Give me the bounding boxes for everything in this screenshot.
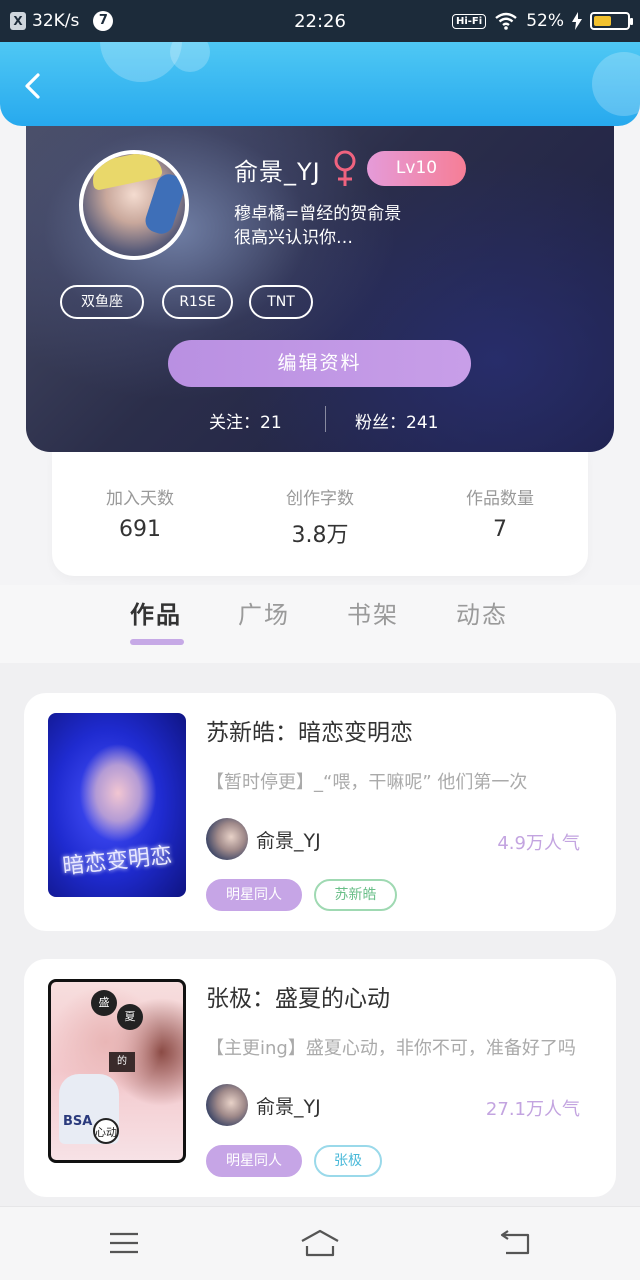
female-icon [334,150,356,186]
tab-bookshelf[interactable]: 书架 [347,595,399,630]
popularity-count: 4.9万人气 [497,833,580,854]
following-count: 21 [260,413,282,433]
author-name: 俞景_YJ [256,1096,321,1118]
stat-value: 7 [493,517,507,542]
category-tag[interactable]: 明星同人 [206,879,302,911]
divider [325,406,326,432]
stat-label: 创作字数 [286,489,354,509]
cover-deco-text: BSA [63,1114,93,1129]
level-badge: Lv10 [367,151,466,186]
menu-icon[interactable] [104,1225,144,1261]
active-tab-indicator [130,639,184,645]
works-list: 暗恋变明恋 苏新皓：暗恋变明恋 【暂时停更】_“喂，干嘛呢” 他们第一次 俞景_… [0,663,640,1206]
stat-word-count: 创作字数 3.8万 [232,484,408,549]
author-avatar [206,818,248,860]
home-icon[interactable] [298,1225,342,1261]
hifi-badge: Hi-Fi [451,13,487,29]
stats-card: 加入天数 691 创作字数 3.8万 作品数量 7 [52,452,588,576]
stat-label: 作品数量 [466,489,534,509]
back-icon[interactable] [496,1225,536,1261]
cover-deco-circle: 盛 [91,990,117,1016]
cover-text: 心动 [93,1118,119,1144]
network-speed: 32K/s [32,11,80,31]
bio-line: 穆卓橘=曾经的贺俞景 [234,204,402,224]
bio-line: 很高兴认识你… [234,228,353,248]
system-nav-bar [0,1206,640,1280]
tab-plaza[interactable]: 广场 [238,595,290,630]
author-avatar [206,1084,248,1126]
app-notification-icon: X [10,12,26,30]
avatar-arm-shape [142,171,185,237]
notification-count-badge: 7 [93,11,114,31]
followers-label: 粉丝： [355,413,406,433]
cover-deco-box: 的 [109,1052,135,1072]
work-description: 【主更ing】盛夏心动，非你不可，准备好了吗 [206,1038,576,1059]
status-bar: X 32K/s 7 22:26 Hi-Fi 52% [0,0,640,42]
stat-join-days: 加入天数 691 [52,484,228,542]
cover-deco-circle: 夏 [117,1004,143,1030]
popularity-count: 27.1万人气 [485,1099,580,1120]
stat-value: 3.8万 [291,523,349,548]
work-description: 【暂时停更】_“喂，干嘛呢” 他们第一次 [206,772,528,793]
bio: 穆卓橘=曾经的贺俞景 很高兴认识你… [234,202,401,250]
tab-activity[interactable]: 动态 [456,595,508,630]
back-chevron-icon[interactable] [20,72,48,100]
cover-text: 暗恋变明恋 [61,843,174,880]
followers-link[interactable]: 粉丝：241 [355,408,438,433]
tab-works[interactable]: 作品 [130,595,182,630]
battery-level [594,16,611,26]
decor-bubble [592,52,640,116]
tab-bar: 作品 广场 书架 动态 [0,585,640,663]
followers-count: 241 [406,413,439,433]
battery-icon [590,12,633,30]
charging-icon [572,12,582,30]
stat-works-count: 作品数量 7 [412,484,588,542]
profile-tag[interactable]: TNT [249,285,313,319]
decor-bubble [170,42,210,72]
stat-label: 加入天数 [106,489,174,509]
work-title: 苏新皓：暗恋变明恋 [206,720,413,746]
work-title: 张极：盛夏的心动 [206,986,390,1012]
profile-card: 俞景_YJ Lv10 穆卓橘=曾经的贺俞景 很高兴认识你… 双鱼座 R1SE T… [26,110,614,452]
follow-stats: 关注：21 粉丝：241 [26,406,614,436]
profile-tag[interactable]: R1SE [162,285,233,319]
avatar[interactable] [79,150,189,260]
username: 俞景_YJ [234,158,321,186]
edit-profile-button[interactable]: 编辑资料 [168,340,471,387]
author-name: 俞景_YJ [256,830,321,852]
work-card[interactable]: 盛 夏 的 BSA 心动 张极：盛夏的心动 【主更ing】盛夏心动，非你不可，准… [24,959,616,1197]
work-cover: 暗恋变明恋 [48,713,186,897]
category-tag[interactable]: 明星同人 [206,1145,302,1177]
work-cover: 盛 夏 的 BSA 心动 [48,979,186,1163]
topic-tag[interactable]: 张极 [314,1145,382,1177]
topic-tag[interactable]: 苏新皓 [314,879,397,911]
wifi-icon [495,12,517,30]
following-label: 关注： [209,413,260,433]
work-card[interactable]: 暗恋变明恋 苏新皓：暗恋变明恋 【暂时停更】_“喂，干嘛呢” 他们第一次 俞景_… [24,693,616,931]
top-header [0,42,640,126]
battery-percent: 52% [526,11,564,31]
stat-value: 691 [119,517,161,542]
profile-tag[interactable]: 双鱼座 [60,285,144,319]
avatar-hat-shape [88,154,164,191]
following-link[interactable]: 关注：21 [209,408,282,433]
